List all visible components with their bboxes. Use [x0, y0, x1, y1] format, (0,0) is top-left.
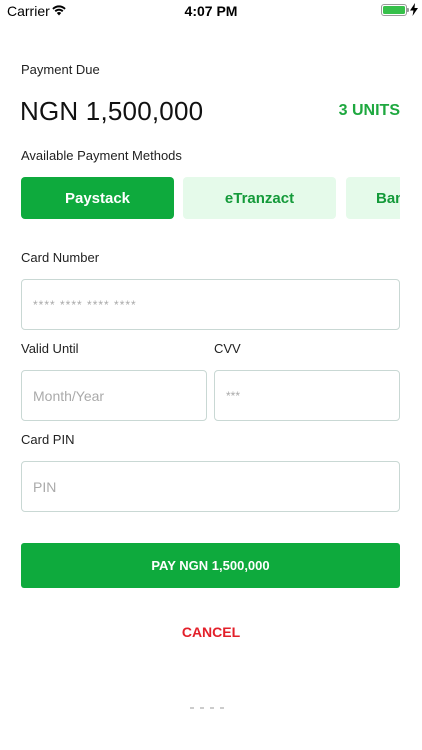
valid-until-input[interactable]: Month/Year	[21, 370, 207, 421]
card-pin-placeholder: PIN	[33, 478, 57, 495]
cvv-input[interactable]: ***	[214, 370, 400, 421]
scroll-hint	[190, 696, 250, 709]
card-pin-label: Card PIN	[21, 432, 75, 447]
payment-amount: NGN 1,500,000	[20, 96, 204, 126]
units-badge: 3 UNITS	[338, 102, 400, 119]
valid-until-placeholder: Month/Year	[33, 387, 105, 404]
battery-icon	[381, 4, 407, 16]
method-etranzact-button[interactable]: eTranzact	[183, 177, 336, 219]
valid-until-label: Valid Until	[21, 341, 79, 356]
card-number-placeholder: **** **** **** ****	[33, 297, 137, 312]
cvv-placeholder: ***	[226, 388, 241, 403]
payment-screen: Carrier 4:07 PM Payment Due NGN 1,500,00…	[0, 0, 422, 750]
payment-methods-label: Available Payment Methods	[21, 148, 182, 163]
pay-button[interactable]: PAY NGN 1,500,000	[21, 543, 400, 588]
charging-bolt-icon	[410, 3, 418, 16]
card-number-input[interactable]: **** **** **** ****	[21, 279, 400, 330]
cvv-label: CVV	[214, 341, 241, 356]
status-time: 4:07 PM	[184, 3, 238, 19]
card-number-label: Card Number	[21, 250, 100, 265]
method-bank-button[interactable]: Bank Transfer	[346, 177, 400, 219]
status-bar: Carrier 4:07 PM	[0, 0, 422, 22]
payment-methods-list: Paystack eTranzact Bank Transfer	[21, 177, 400, 219]
card-pin-input[interactable]: PIN	[21, 461, 400, 512]
payment-due-label: Payment Due	[21, 62, 100, 77]
cancel-button[interactable]: CANCEL	[0, 624, 422, 640]
method-paystack-button[interactable]: Paystack	[21, 177, 174, 219]
